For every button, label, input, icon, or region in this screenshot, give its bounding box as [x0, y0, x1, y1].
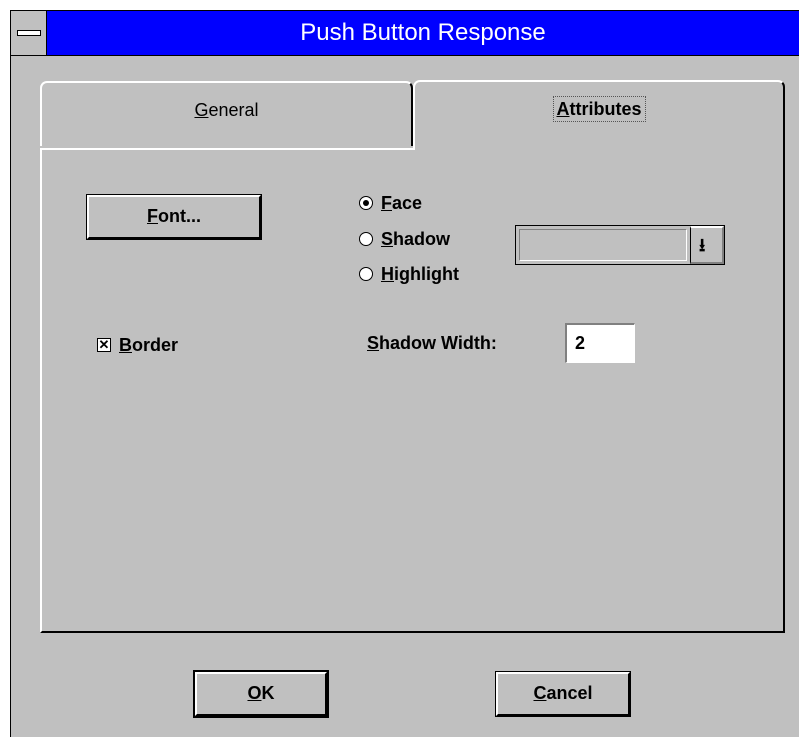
system-menu-icon[interactable]	[11, 11, 47, 55]
ok-button[interactable]: OK	[193, 670, 329, 718]
shadow-width-input[interactable]: 2	[565, 323, 635, 363]
radio-shadow[interactable]: Shadow	[359, 227, 450, 251]
radio-face-button[interactable]	[359, 196, 373, 210]
radio-shadow-button[interactable]	[359, 232, 373, 246]
color-combo[interactable]: ⭳	[515, 225, 725, 265]
tab-attributes-label: ttributes	[569, 99, 642, 119]
color-combo-field[interactable]	[519, 229, 687, 261]
down-arrow-icon[interactable]: ⭳	[690, 226, 724, 264]
tab-general-label: eneral	[208, 100, 259, 120]
cancel-button[interactable]: Cancel	[495, 671, 631, 717]
border-checkbox-row[interactable]: ✕ Border	[97, 333, 178, 357]
title-bar: Push Button Response	[11, 11, 799, 56]
font-button[interactable]: Font...	[86, 194, 262, 240]
dialog-window: Push Button Response General Attributes …	[10, 10, 799, 737]
radio-face[interactable]: Face	[359, 191, 422, 215]
tab-attributes-hotkey: A	[556, 99, 570, 119]
radio-highlight[interactable]: Highlight	[359, 262, 459, 286]
tab-attributes[interactable]: Attributes	[413, 80, 785, 150]
border-checkbox[interactable]: ✕	[97, 338, 111, 352]
shadow-width-label: Shadow Width:	[367, 333, 497, 353]
tab-general-hotkey: G	[194, 100, 209, 120]
window-title: Push Button Response	[300, 19, 546, 46]
radio-highlight-button[interactable]	[359, 267, 373, 281]
tab-general[interactable]: General	[40, 81, 413, 146]
